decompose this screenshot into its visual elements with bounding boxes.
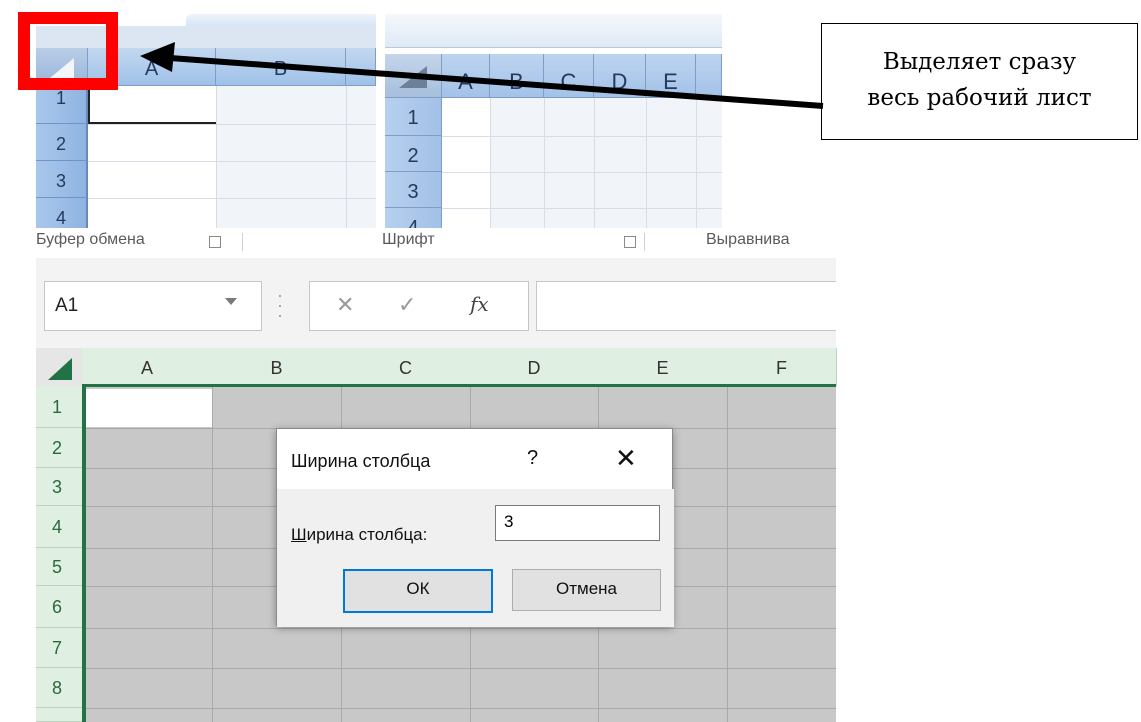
fx-icon[interactable]: fx [470, 292, 489, 316]
row-header-1[interactable]: 1 [36, 386, 82, 428]
column-width-input[interactable]: 3 [495, 505, 660, 541]
name-box-value: A1 [55, 295, 79, 316]
close-icon[interactable]: ✕ [615, 443, 637, 474]
selection-border [82, 384, 836, 387]
row-header-2[interactable]: 2 [36, 428, 82, 468]
ribbon-separator [242, 233, 243, 251]
chevron-down-icon[interactable] [225, 298, 237, 305]
row-header-7[interactable]: 7 [36, 628, 82, 668]
ribbon-group-clipboard: Буфер обмена [36, 231, 145, 248]
font-launcher-icon[interactable] [624, 236, 636, 248]
callout-arrow [140, 42, 824, 109]
enter-icon[interactable]: ✓ [398, 292, 416, 318]
formula-buttons: ✕ ✓ fx [309, 281, 529, 331]
help-icon[interactable]: ? [527, 447, 538, 470]
active-cell-a1[interactable] [86, 389, 212, 427]
column-header-b[interactable]: B [212, 348, 342, 386]
column-header-f[interactable]: F [727, 348, 837, 386]
name-box[interactable]: A1 [44, 281, 262, 331]
column-header-c[interactable]: C [341, 348, 471, 386]
cancel-button[interactable]: Отмена [512, 569, 661, 611]
column-width-label-rest: ирина столбца: [306, 525, 428, 544]
grip-icon: · · · [277, 285, 283, 325]
column-header-a[interactable]: A [82, 348, 213, 386]
ribbon-group-alignment: Выравнива [706, 231, 790, 248]
column-header-e[interactable]: E [598, 348, 728, 386]
row-header-5[interactable]: 5 [36, 548, 82, 586]
ribbon-group-font: Шрифт [382, 231, 435, 248]
accelerator-letter: Ш [291, 525, 307, 544]
ok-button[interactable]: ОК [343, 569, 493, 613]
formula-input[interactable] [536, 281, 836, 331]
select-all-button[interactable] [36, 348, 83, 386]
select-all-highlight [18, 12, 118, 90]
dialog-title: Ширина столбца [291, 451, 431, 471]
row-header-8[interactable]: 8 [36, 668, 82, 708]
selection-border [82, 386, 86, 722]
row-header-9[interactable] [36, 708, 82, 722]
row-header-6[interactable]: 6 [36, 586, 82, 628]
ribbon-group-labels: Буфер обмена Шрифт Выравнива [36, 228, 836, 258]
column-header-d[interactable]: D [470, 348, 599, 386]
ribbon-separator [644, 233, 645, 251]
column-width-dialog: Ширина столбца ? ✕ Ширина столбца: 3 ОК … [276, 428, 674, 627]
cancel-icon[interactable]: ✕ [336, 292, 354, 318]
column-headers: A B C D E F [36, 348, 837, 386]
clipboard-launcher-icon[interactable] [209, 236, 221, 248]
row-header-3[interactable]: 3 [36, 468, 82, 506]
row-header-4[interactable]: 4 [36, 506, 82, 548]
column-width-label: Ширина столбца: [291, 525, 427, 545]
